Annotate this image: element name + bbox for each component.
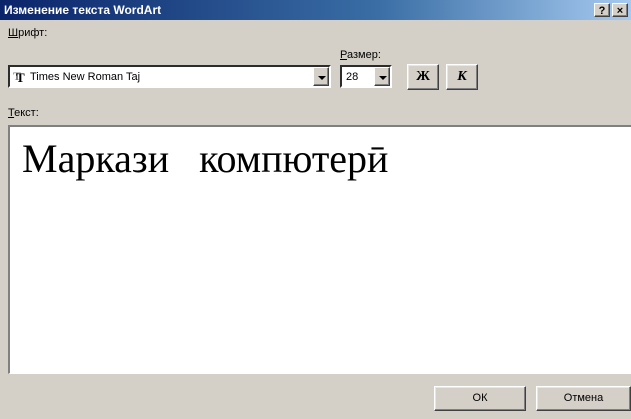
title-bar: Изменение текста WordArt ? × <box>0 0 631 20</box>
cancel-button[interactable]: Отмена <box>536 386 631 411</box>
size-select[interactable]: 28 <box>340 65 392 88</box>
font-value: Times New Roman Taj <box>30 71 141 83</box>
truetype-font-icon: T <box>12 69 26 85</box>
window-title: Изменение текста WordArt <box>4 3 162 17</box>
italic-button[interactable]: К <box>446 64 478 90</box>
close-button[interactable]: × <box>612 3 628 17</box>
wordart-text[interactable]: Маркази компютерӣ <box>22 139 388 179</box>
ok-button[interactable]: ОК <box>434 386 526 411</box>
font-select[interactable]: T Times New Roman Taj <box>8 65 331 88</box>
help-button[interactable]: ? <box>594 3 610 17</box>
font-label: Шрифт: <box>8 27 48 39</box>
text-input[interactable]: Маркази компютерӣ <box>8 125 631 374</box>
text-label: Текст: <box>8 107 39 119</box>
size-label: Размер: <box>340 49 381 61</box>
font-dropdown-arrow-icon[interactable] <box>313 67 329 86</box>
bold-button[interactable]: Ж <box>407 64 439 90</box>
size-dropdown-arrow-icon[interactable] <box>374 67 390 86</box>
size-value: 28 <box>346 71 359 83</box>
